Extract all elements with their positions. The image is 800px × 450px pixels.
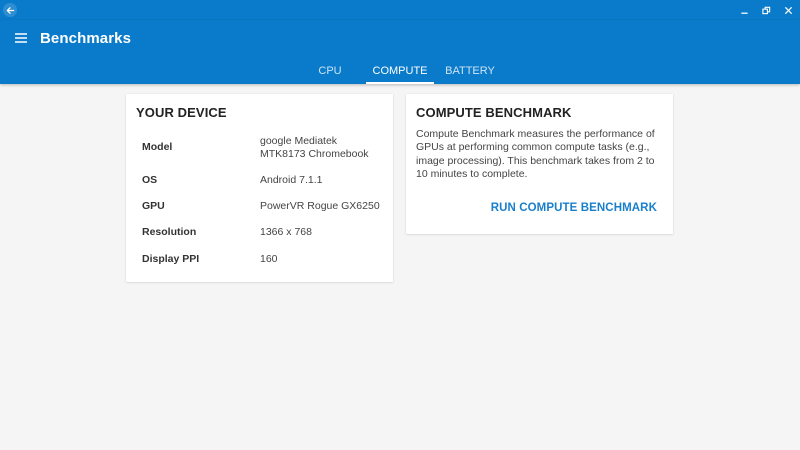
active-tab-indicator xyxy=(366,82,434,84)
compute-benchmark-card: COMPUTE BENCHMARK Compute Benchmark meas… xyxy=(406,94,673,234)
spec-label: Resolution xyxy=(142,226,197,238)
spec-value: PowerVR Rogue GX6250 xyxy=(260,200,380,212)
device-info-card: YOUR DEVICE Model google Mediatek MTK817… xyxy=(126,94,393,282)
run-compute-benchmark-button[interactable]: RUN COMPUTE BENCHMARK xyxy=(491,202,657,214)
hamburger-menu-icon[interactable] xyxy=(15,32,27,44)
minimize-icon[interactable] xyxy=(738,4,750,16)
spec-label: OS xyxy=(142,174,158,186)
spec-value: google Mediatek MTK8173 Chromebook xyxy=(260,135,369,160)
tab-label: BATTERY xyxy=(445,65,495,77)
tab-cpu[interactable]: CPU xyxy=(309,60,351,84)
spec-label: Display PPI xyxy=(142,253,200,265)
spec-value: 1366 x 768 xyxy=(260,226,312,238)
spec-label: GPU xyxy=(142,200,165,212)
restore-icon[interactable] xyxy=(760,4,772,16)
back-arrow-icon[interactable] xyxy=(3,3,17,17)
tab-label: COMPUTE xyxy=(372,65,428,77)
close-icon[interactable] xyxy=(782,4,794,16)
tab-bar: CPU COMPUTE BATTERY xyxy=(0,60,800,84)
app-bar: Benchmarks CPU COMPUTE BATTERY xyxy=(0,20,800,84)
spec-value: Android 7.1.1 xyxy=(260,174,323,186)
tab-battery[interactable]: BATTERY xyxy=(442,60,498,84)
spec-value: 160 xyxy=(260,253,278,265)
tab-label: CPU xyxy=(318,65,342,77)
app-title: Benchmarks xyxy=(40,30,132,47)
spec-label: Model xyxy=(142,141,173,153)
tab-compute[interactable]: COMPUTE xyxy=(366,60,434,84)
window-title-bar xyxy=(0,0,800,20)
device-card-title: YOUR DEVICE xyxy=(136,105,227,120)
compute-description: Compute Benchmark measures the performan… xyxy=(416,128,655,180)
compute-card-title: COMPUTE BENCHMARK xyxy=(416,105,572,120)
